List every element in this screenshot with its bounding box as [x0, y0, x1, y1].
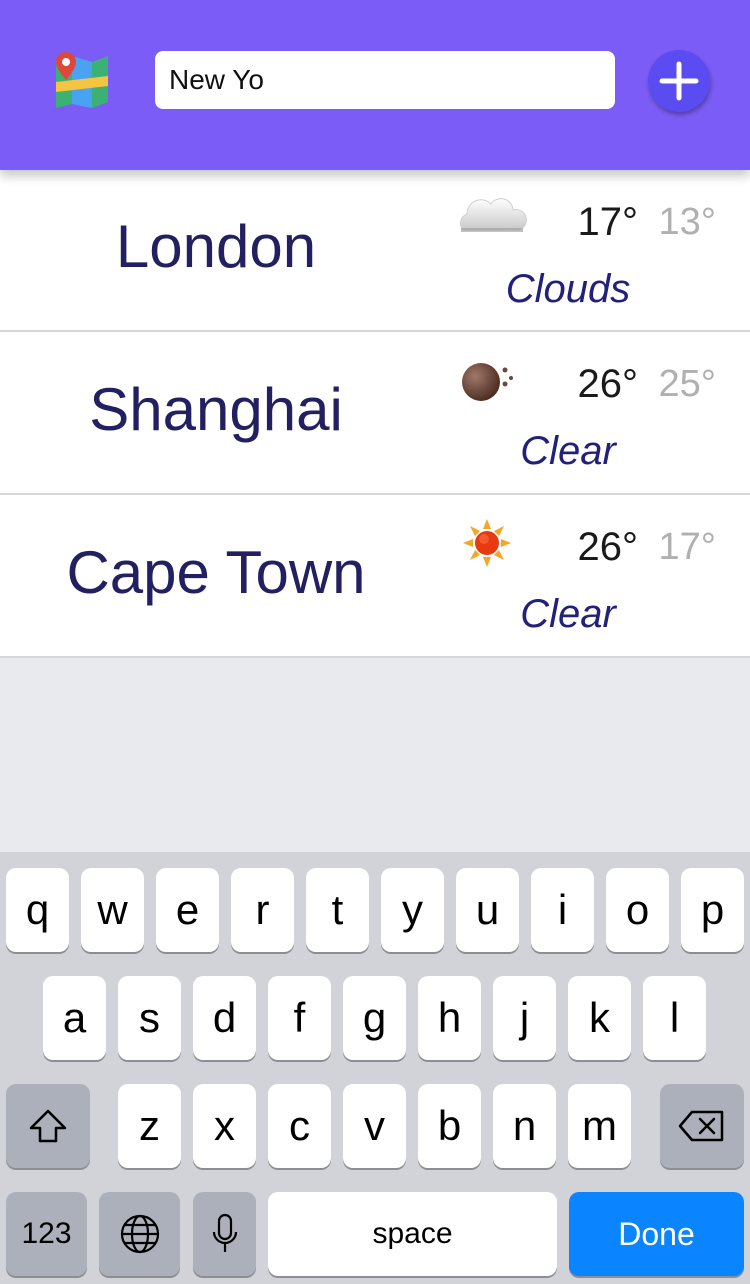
key-c[interactable]: c — [268, 1084, 331, 1168]
key-n[interactable]: n — [493, 1084, 556, 1168]
city-search-input[interactable] — [155, 51, 615, 109]
moon-icon — [462, 363, 513, 401]
key-i[interactable]: i — [531, 868, 594, 952]
globe-icon — [120, 1214, 159, 1254]
key-l[interactable]: l — [643, 976, 706, 1060]
city-list: London 17° 13° Clouds Shanghai 26° 25° C… — [0, 170, 750, 658]
on-screen-keyboard: q w e r t y u i o p a s d f g h j k l z … — [0, 852, 750, 1284]
key-j[interactable]: j — [493, 976, 556, 1060]
key-b[interactable]: b — [418, 1084, 481, 1168]
key-x[interactable]: x — [193, 1084, 256, 1168]
microphone-key[interactable] — [193, 1192, 256, 1276]
current-temp: 26° — [577, 362, 639, 406]
key-h[interactable]: h — [418, 976, 481, 1060]
add-city-button[interactable] — [648, 50, 710, 112]
key-a[interactable]: a — [43, 976, 106, 1060]
current-temp: 17° — [577, 200, 639, 244]
key-f[interactable]: f — [268, 976, 331, 1060]
backspace-icon — [678, 1110, 724, 1142]
key-v[interactable]: v — [343, 1084, 406, 1168]
key-e[interactable]: e — [156, 868, 219, 952]
city-name: London — [115, 213, 317, 280]
numbers-key[interactable]: 123 — [6, 1192, 87, 1276]
app-header — [0, 0, 750, 170]
cloud-icon — [459, 198, 527, 232]
key-w[interactable]: w — [81, 868, 144, 952]
min-temp: 17° — [658, 526, 716, 568]
key-d[interactable]: d — [193, 976, 256, 1060]
key-p[interactable]: p — [681, 868, 744, 952]
city-row-shanghai[interactable]: Shanghai 26° 25° Clear — [0, 332, 750, 495]
done-key[interactable]: Done — [569, 1192, 744, 1276]
map-icon[interactable] — [50, 48, 114, 112]
key-s[interactable]: s — [118, 976, 181, 1060]
key-t[interactable]: t — [306, 868, 369, 952]
key-r[interactable]: r — [231, 868, 294, 952]
key-o[interactable]: o — [606, 868, 669, 952]
shift-key[interactable] — [6, 1084, 90, 1168]
key-y[interactable]: y — [381, 868, 444, 952]
city-row-cape-town[interactable]: Cape Town 26° 17° Clear — [0, 495, 750, 658]
min-temp: 25° — [658, 363, 716, 405]
key-g[interactable]: g — [343, 976, 406, 1060]
key-u[interactable]: u — [456, 868, 519, 952]
space-key[interactable]: space — [268, 1192, 557, 1276]
weather-condition: Clear — [520, 429, 616, 473]
globe-key[interactable] — [99, 1192, 180, 1276]
sun-icon — [463, 519, 511, 567]
shift-icon — [29, 1109, 67, 1143]
current-temp: 26° — [577, 525, 639, 569]
key-q[interactable]: q — [6, 868, 69, 952]
microphone-icon — [212, 1213, 237, 1252]
key-z[interactable]: z — [118, 1084, 181, 1168]
city-name: Shanghai — [89, 376, 343, 443]
weather-condition: Clear — [520, 592, 616, 636]
weather-condition: Clouds — [505, 267, 631, 311]
key-k[interactable]: k — [568, 976, 631, 1060]
city-row-london[interactable]: London 17° 13° Clouds — [0, 170, 750, 332]
backspace-key[interactable] — [660, 1084, 744, 1168]
city-name: Cape Town — [66, 539, 366, 606]
min-temp: 13° — [658, 201, 716, 243]
key-m[interactable]: m — [568, 1084, 631, 1168]
plus-icon — [659, 61, 699, 101]
